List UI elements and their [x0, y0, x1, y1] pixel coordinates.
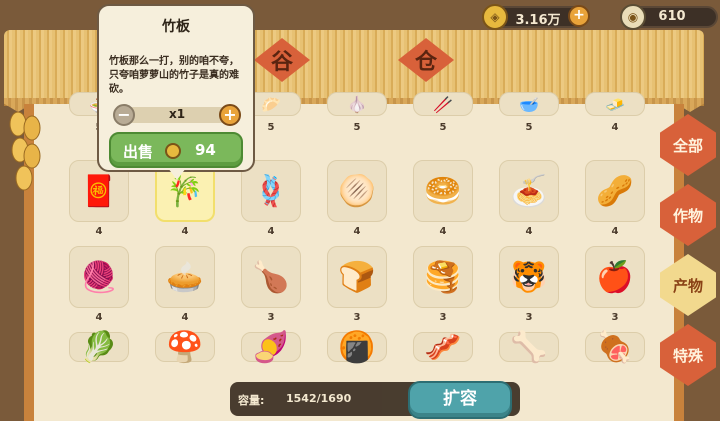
- inventory-slot[interactable]: 🥜: [585, 160, 645, 222]
- pancakes-icon: 🥞: [424, 259, 462, 295]
- inventory-slot[interactable]: 🍄: [155, 329, 215, 365]
- expand-capacity-button[interactable]: 扩容: [408, 381, 512, 419]
- inventory-slot[interactable]: 🥬: [69, 329, 129, 365]
- inventory-slot[interactable]: 🐯: [499, 246, 559, 308]
- garlic-bulb-icon: 🧄: [347, 94, 367, 114]
- item-detail-popup: 竹板 竹板那么一打，别的咱不夸，只夸咱萝萝山的竹子是真的难砍。 − x1 + 出…: [97, 4, 255, 172]
- item-count: 4: [267, 226, 275, 237]
- sell-button[interactable]: 出售 94: [109, 132, 243, 168]
- item-count: 4: [181, 226, 189, 237]
- fruit-cloth-icon: 🍎: [596, 259, 634, 295]
- bone-icon: 🦴: [510, 329, 548, 365]
- mushroom-icon: 🍄: [166, 329, 204, 365]
- item-description: 竹板那么一打，别的咱不夸，只夸咱萝萝山的竹子是真的难砍。: [109, 56, 239, 95]
- capacity-label: 容量:: [238, 394, 265, 407]
- jade-coin-icon: ◉: [620, 4, 646, 30]
- dough-icon: 🍘: [338, 329, 376, 365]
- gold-currency: ◈ 3.16万 +: [482, 4, 590, 30]
- increase-quantity-button[interactable]: +: [219, 104, 241, 126]
- jade-currency: ◉ 610: [620, 4, 718, 30]
- garlic-string-icon: [9, 111, 41, 191]
- sell-price: 94: [195, 141, 216, 159]
- item-count: 3: [353, 312, 361, 323]
- chicken-wing-icon: 🍗: [252, 259, 290, 295]
- inventory-slot[interactable]: 🍎: [585, 246, 645, 308]
- inventory-slot[interactable]: 🍝: [499, 160, 559, 222]
- item-count: 4: [181, 312, 189, 323]
- inventory-slot[interactable]: 🥯: [413, 160, 473, 222]
- meat-pie-icon: 🥧: [166, 259, 204, 295]
- item-count: 3: [525, 312, 533, 323]
- yarn-ball-icon: 🧶: [80, 259, 118, 295]
- sweet-potato-icon: 🍠: [252, 329, 290, 365]
- chopsticks-icon: 🥢: [433, 94, 453, 114]
- inventory-slot[interactable]: 🦴: [499, 329, 559, 365]
- item-count: 4: [353, 226, 361, 237]
- tiger-hat-icon: 🐯: [510, 259, 548, 295]
- inventory-slot[interactable]: 🥞: [413, 246, 473, 308]
- inventory-slot[interactable]: 🥓: [413, 329, 473, 365]
- steamed-bun-icon: 🥯: [424, 173, 462, 209]
- quantity-stepper: − x1 +: [113, 104, 241, 126]
- item-count: 5: [353, 122, 361, 133]
- coin-icon: [165, 143, 181, 159]
- item-count: 4: [95, 312, 103, 323]
- inventory-slot[interactable]: 🍞: [327, 246, 387, 308]
- inventory-slot[interactable]: 🍖: [585, 329, 645, 365]
- inventory-slot[interactable]: 🫓: [327, 160, 387, 222]
- add-gold-button[interactable]: +: [568, 5, 590, 27]
- inventory-slot[interactable]: 🥢: [413, 92, 473, 116]
- capacity-value: 1542/1690: [286, 392, 352, 405]
- pork-icon: 🥓: [424, 329, 462, 365]
- dumpling-icon: 🥟: [261, 94, 281, 114]
- round-bread-icon: 🍞: [338, 259, 376, 295]
- inventory-slot[interactable]: 🥣: [499, 92, 559, 116]
- item-count: 3: [611, 312, 619, 323]
- item-count: 4: [525, 226, 533, 237]
- inventory-slot[interactable]: 🍗: [241, 246, 301, 308]
- item-count: 4: [439, 226, 447, 237]
- jade-amount: 610: [658, 9, 686, 24]
- inventory-slot[interactable]: 🍘: [327, 329, 387, 365]
- brown-bowl-icon: 🥣: [519, 94, 539, 114]
- item-count: 5: [525, 122, 533, 133]
- scallion-icon: 🥬: [80, 329, 118, 365]
- tofu-block-icon: 🧈: [605, 94, 625, 114]
- item-name: 竹板: [162, 19, 190, 35]
- flatbread-icon: 🫓: [338, 173, 376, 209]
- inventory-slot[interactable]: 🍠: [241, 329, 301, 365]
- sell-label: 出售: [123, 143, 154, 161]
- item-count: 4: [95, 226, 103, 237]
- item-count: 5: [439, 122, 447, 133]
- nut-bowl-icon: 🥜: [596, 173, 634, 209]
- inventory-slot[interactable]: 🧈: [585, 92, 645, 116]
- inventory-slot[interactable]: 🧄: [327, 92, 387, 116]
- sheep-meat-icon: 🍖: [596, 329, 634, 365]
- red-knot-icon: 🧧: [80, 173, 118, 209]
- gold-amount: 3.16万: [515, 13, 561, 28]
- copper-coin-icon: ◈: [482, 4, 508, 30]
- item-count: 3: [267, 312, 275, 323]
- item-count: 4: [611, 122, 619, 133]
- rope-bundle-icon: 🪢: [252, 173, 290, 209]
- noodles-plate-icon: 🍝: [510, 173, 548, 209]
- inventory-slot[interactable]: 🥧: [155, 246, 215, 308]
- item-count: 4: [611, 226, 619, 237]
- inventory-slot[interactable]: 🧶: [69, 246, 129, 308]
- bamboo-board-icon: 🎋: [166, 173, 204, 209]
- item-count: 3: [439, 312, 447, 323]
